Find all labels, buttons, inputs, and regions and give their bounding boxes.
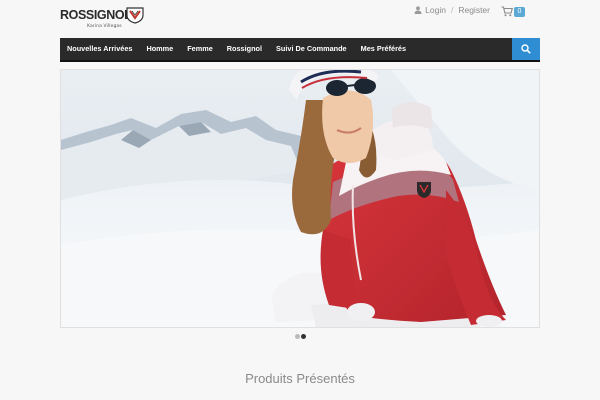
rossignol-rooster-icon <box>126 7 144 24</box>
page: ROSSIGNOL Karina Villegas Login / Regist… <box>0 0 600 400</box>
nav-item-femme[interactable]: Femme <box>180 38 220 60</box>
search-icon <box>521 44 531 54</box>
slider-dot-1[interactable] <box>295 334 300 339</box>
nav-item-nouvelles-arrivees[interactable]: Nouvelles Arrivées <box>60 38 139 60</box>
slider-pagination <box>295 334 306 339</box>
account-separator: / <box>450 5 454 15</box>
main-navigation: Nouvelles Arrivées Homme Femme Rossignol… <box>60 38 540 62</box>
register-link[interactable]: Register <box>458 5 490 15</box>
nav-menu: Nouvelles Arrivées Homme Femme Rossignol… <box>60 38 413 60</box>
login-link[interactable]: Login <box>425 5 446 15</box>
nav-item-mes-preferes[interactable]: Mes Préférés <box>354 38 413 60</box>
account-links: Login / Register <box>414 5 490 15</box>
brand-logo[interactable]: ROSSIGNOL Karina Villegas <box>60 6 146 32</box>
slider-dot-2[interactable] <box>301 334 306 339</box>
cart-button[interactable]: 0 <box>501 6 525 18</box>
hero-slider[interactable] <box>60 69 540 328</box>
cart-icon <box>501 6 513 17</box>
user-icon <box>414 6 422 14</box>
nav-item-suivi-de-commande[interactable]: Suivi De Commande <box>269 38 354 60</box>
brand-subtitle: Karina Villegas <box>87 24 122 29</box>
brand-name: ROSSIGNOL <box>60 8 132 22</box>
nav-item-homme[interactable]: Homme <box>139 38 180 60</box>
nav-item-rossignol[interactable]: Rossignol <box>220 38 269 60</box>
search-button[interactable] <box>512 38 540 60</box>
featured-products-title: Produits Présentés <box>245 371 355 386</box>
hero-slide-image <box>61 70 539 327</box>
cart-count-badge: 0 <box>514 7 525 17</box>
